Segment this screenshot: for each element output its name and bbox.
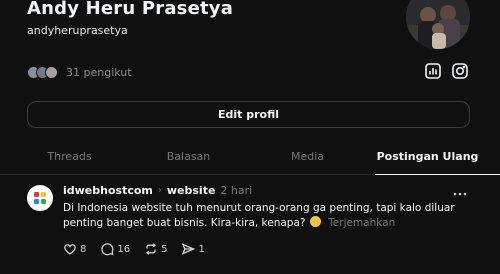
tab-reposts[interactable]: Postingan Ulang	[365, 138, 490, 175]
post-actions: 8 16 5 1	[63, 242, 219, 256]
follower-avatar	[45, 65, 58, 79]
comment-button[interactable]: 16	[100, 242, 130, 256]
idwebhost-logo	[34, 192, 46, 204]
send-icon	[182, 243, 196, 255]
edit-profile-button[interactable]: Edit profil	[27, 101, 470, 128]
follower-avatars	[27, 65, 58, 79]
like-button[interactable]: 8	[63, 242, 86, 256]
post-author[interactable]: idwebhostcom	[63, 184, 153, 197]
like-count: 8	[80, 243, 87, 255]
active-tab-indicator	[375, 174, 500, 175]
post-author-avatar[interactable]	[27, 185, 53, 211]
profile-photo	[406, 0, 470, 49]
chevron-right-icon: ›	[157, 184, 162, 196]
instagram-icon[interactable]	[451, 62, 469, 80]
insights-icon[interactable]	[424, 62, 442, 80]
tab-replies[interactable]: Balasan	[126, 138, 251, 175]
profile-tabs: Threads Balasan Media Postingan Ulang	[0, 138, 500, 175]
heart-icon	[64, 244, 76, 255]
tab-threads[interactable]: Threads	[7, 138, 132, 175]
more-icon[interactable]	[452, 184, 468, 196]
followers-count: 31 pengikut	[66, 65, 132, 79]
post-header: idwebhostcom › website 2 hari	[63, 183, 252, 197]
post-text: Di Indonesia website tuh menurut orang-o…	[63, 202, 455, 229]
repost-button[interactable]: 5	[144, 242, 167, 256]
profile-name: Andy Heru Prasetya	[27, 0, 234, 19]
translate-link[interactable]: Terjemahkan	[328, 217, 395, 229]
share-button[interactable]: 1	[181, 242, 205, 256]
thinking-emoji-icon	[309, 216, 321, 227]
comment-icon	[101, 243, 114, 256]
repost-icon	[146, 243, 157, 255]
repost-count: 5	[161, 243, 168, 255]
post-time: 2 hari	[220, 183, 253, 197]
followers-row[interactable]: 31 pengikut	[27, 64, 132, 80]
post-topic[interactable]: website	[167, 184, 216, 197]
post-text-block: Di Indonesia website tuh menurut orang-o…	[63, 201, 483, 231]
profile-avatar[interactable]	[406, 0, 470, 49]
comment-count: 16	[117, 243, 131, 255]
share-count: 1	[198, 243, 205, 255]
profile-handle: andyheruprasetya	[27, 24, 128, 37]
tab-media[interactable]: Media	[245, 138, 370, 175]
